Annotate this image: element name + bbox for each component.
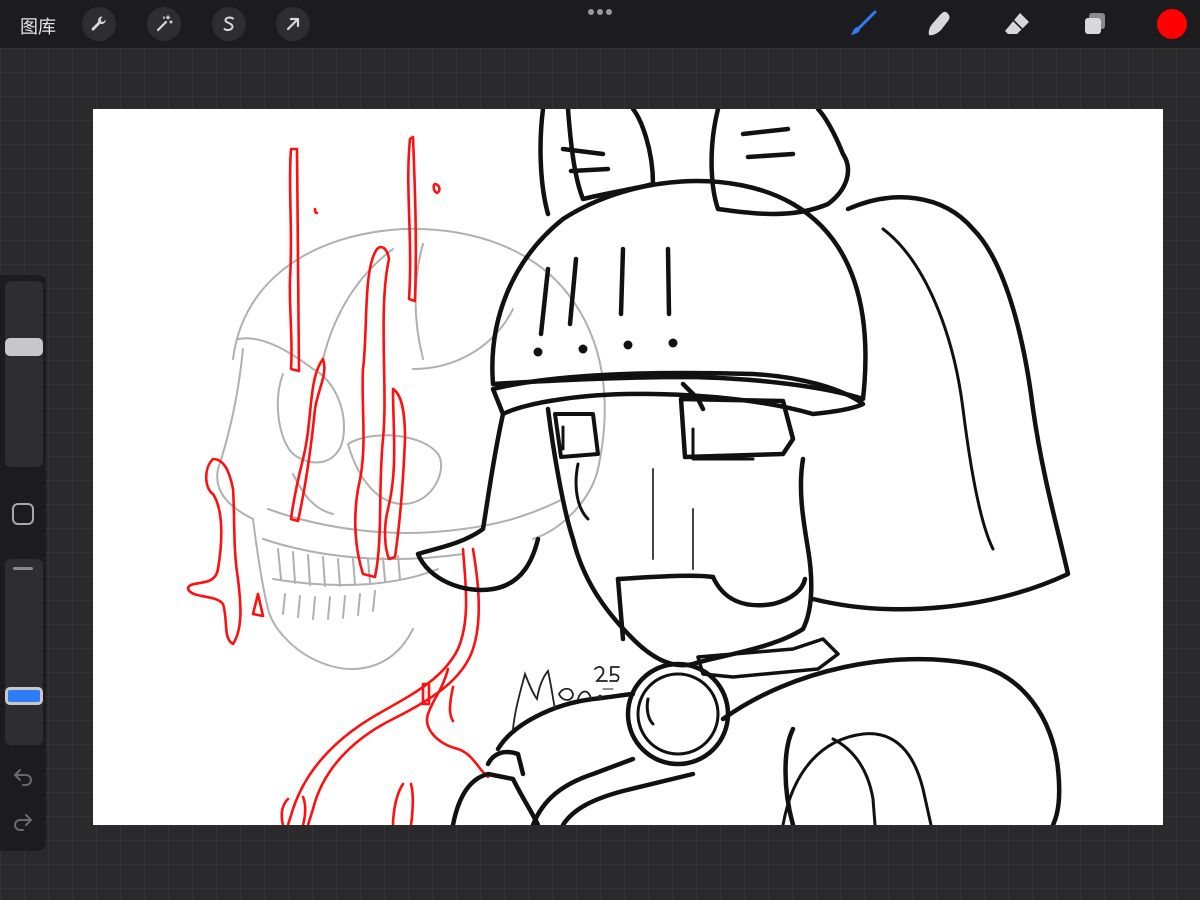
- undo-icon[interactable]: [12, 765, 34, 787]
- magic-wand-icon: [156, 15, 173, 32]
- adjustments-button[interactable]: [147, 7, 181, 41]
- modify-button[interactable]: [12, 503, 34, 525]
- eraser-tool[interactable]: [1000, 7, 1034, 41]
- layers-button[interactable]: [1078, 7, 1112, 41]
- artwork: [186, 109, 1071, 825]
- top-toolbar: 图库: [0, 0, 1200, 48]
- brush-icon: [851, 10, 877, 35]
- color-picker-button[interactable]: [1157, 9, 1187, 39]
- transform-button[interactable]: [276, 7, 310, 41]
- actions-button[interactable]: [82, 7, 116, 41]
- wrench-icon: [91, 16, 106, 31]
- eraser-icon: [1005, 13, 1029, 34]
- brush-tool[interactable]: [846, 7, 880, 41]
- drawing-canvas[interactable]: [93, 109, 1163, 825]
- more-options-icon[interactable]: [588, 9, 612, 15]
- brush-size-thumb[interactable]: [5, 338, 43, 357]
- opacity-slider-marker: [13, 567, 33, 570]
- smudge-finger-icon: [928, 11, 950, 36]
- selection-s-icon: [223, 16, 234, 32]
- sidebar: [0, 275, 46, 851]
- brush-size-slider[interactable]: [5, 281, 43, 467]
- layers-icon: [1085, 13, 1105, 34]
- smudge-tool[interactable]: [922, 7, 956, 41]
- arrow-cursor-icon: [286, 17, 300, 31]
- gallery-button[interactable]: 图库: [20, 13, 56, 39]
- redo-icon[interactable]: [12, 810, 34, 832]
- selection-button[interactable]: [212, 7, 246, 41]
- opacity-slider[interactable]: [5, 559, 43, 745]
- opacity-thumb[interactable]: [5, 686, 43, 705]
